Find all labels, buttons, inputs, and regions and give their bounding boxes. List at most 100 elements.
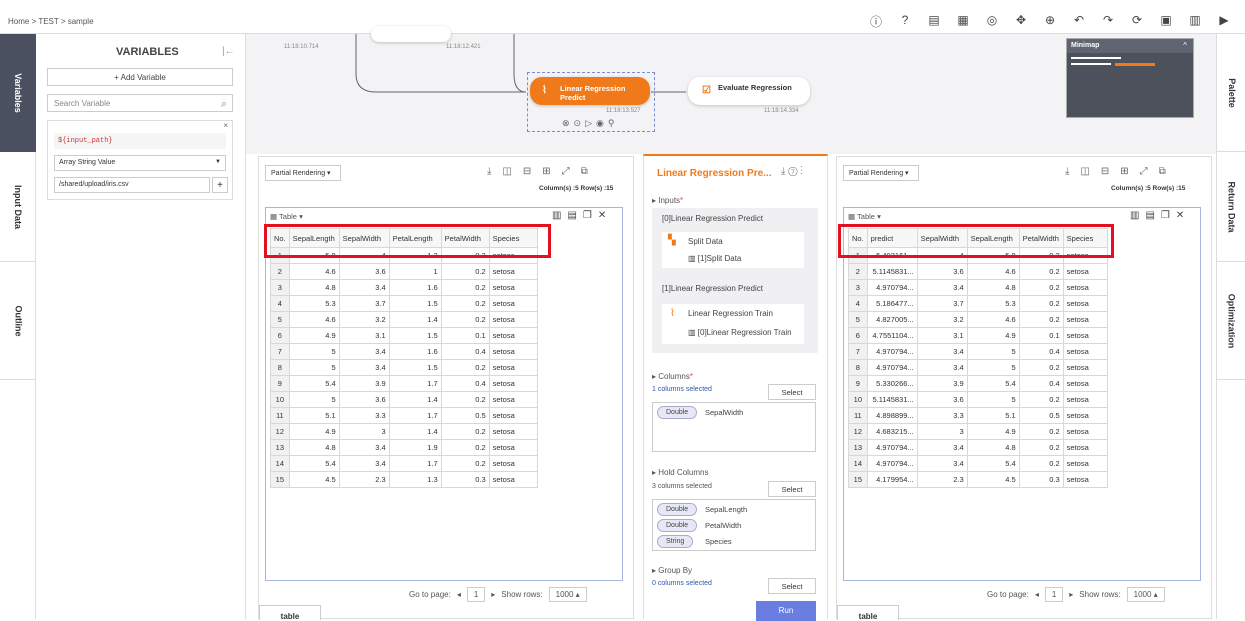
collapse-icon[interactable]: |←: [222, 46, 235, 57]
table-row[interactable]: 11 4.898899... 3.3 5.1 0.5 setosa: [848, 407, 1108, 424]
chart-bar-icon[interactable]: ▥: [1130, 210, 1139, 221]
chart-icon[interactable]: ▤: [1145, 210, 1154, 221]
page-input[interactable]: 1: [1044, 587, 1064, 602]
variable-type-select[interactable]: Array String Value ▼: [54, 155, 226, 171]
table-row[interactable]: 9 5.330266... 3.9 5.4 0.4 setosa: [848, 375, 1108, 392]
copy-icon[interactable]: ❐: [1161, 210, 1170, 221]
run-button[interactable]: Run: [756, 601, 816, 621]
group-by-section[interactable]: ▸ Group By: [652, 566, 692, 575]
rows-icon[interactable]: ⊟: [523, 166, 531, 177]
tab-palette[interactable]: Palette: [1217, 34, 1245, 152]
table-row[interactable]: 9 5.4 3.9 1.7 0.4 setosa: [270, 375, 538, 392]
group-select-button[interactable]: Select: [768, 578, 816, 594]
run-icon[interactable]: ▷: [585, 118, 592, 129]
tab-table[interactable]: table: [259, 605, 321, 621]
table-row[interactable]: 6 4.9 3.1 1.5 0.1 setosa: [270, 327, 538, 344]
breadcrumb[interactable]: Home > TEST > sample: [8, 17, 94, 26]
table-row[interactable]: 7 4.970794... 3.4 5 0.4 setosa: [848, 343, 1108, 360]
tab-input-data[interactable]: Input Data: [0, 152, 36, 262]
table-view-select[interactable]: ▦ Table ▾: [270, 212, 303, 221]
expand-icon[interactable]: ⤢: [562, 166, 570, 177]
tab-outline[interactable]: Outline: [0, 262, 36, 380]
table-row[interactable]: 14 5.4 3.4 1.7 0.2 setosa: [270, 455, 538, 472]
table-view-select[interactable]: ▦ Table ▾: [848, 212, 881, 221]
calendar-icon[interactable]: ▥: [1188, 13, 1202, 30]
table-row[interactable]: 14 4.970794... 3.4 5.4 0.2 setosa: [848, 455, 1108, 472]
table-row[interactable]: 15 4.5 2.3 1.3 0.3 setosa: [270, 471, 538, 488]
variable-name-field[interactable]: ${input_path}: [54, 133, 226, 149]
help-icon[interactable]: ?: [898, 13, 912, 30]
view-icon[interactable]: ⊙: [574, 118, 582, 129]
table-row[interactable]: 8 4.970794... 3.4 5 0.2 setosa: [848, 359, 1108, 376]
next-page-icon[interactable]: ▸: [1069, 590, 1073, 599]
show-rows-select[interactable]: 1000 ▴: [1126, 587, 1165, 602]
node-evaluate-regression[interactable]: ☑ Evaluate Regression: [688, 77, 810, 105]
hold-select-button[interactable]: Select: [768, 481, 816, 497]
table-row[interactable]: 15 4.179954... 2.3 4.5 0.3 setosa: [848, 471, 1108, 488]
play-icon[interactable]: ▶: [1217, 13, 1231, 30]
more-icon[interactable]: ⋮: [800, 166, 803, 177]
info-icon[interactable]: ⓘ: [869, 13, 883, 30]
table-row[interactable]: 5 4.827005... 3.2 4.6 0.2 setosa: [848, 311, 1108, 328]
close-icon[interactable]: ✕: [598, 210, 606, 221]
table-row[interactable]: 11 5.1 3.3 1.7 0.5 setosa: [270, 407, 538, 424]
copy-icon[interactable]: ❐: [583, 210, 592, 221]
zoom-icon[interactable]: ⊕: [1043, 13, 1057, 30]
columns-section[interactable]: ▸ Columns*: [652, 372, 693, 381]
stop-icon[interactable]: ◉: [596, 118, 604, 129]
download-icon[interactable]: ⤓: [781, 166, 785, 177]
download-icon[interactable]: ⤓: [487, 166, 491, 177]
workflow-canvas[interactable]: 11:18:10.714 11:18:12.421 ⌇ Linear Regres…: [246, 26, 1216, 154]
table-row[interactable]: 6 4.7551104... 3.1 4.9 0.1 setosa: [848, 327, 1108, 344]
redo-icon[interactable]: ↷: [1101, 13, 1115, 30]
layout-icon[interactable]: ▦: [956, 13, 970, 30]
minimap[interactable]: Minimap ^: [1066, 38, 1194, 118]
history-icon[interactable]: ⟳: [1130, 13, 1144, 30]
columns-icon[interactable]: ◫: [502, 166, 511, 177]
add-value-button[interactable]: +: [212, 177, 228, 193]
search-icon[interactable]: ⌕: [221, 96, 227, 113]
close-icon[interactable]: ✕: [1176, 210, 1184, 221]
prev-page-icon[interactable]: ◂: [457, 590, 461, 599]
table-row[interactable]: 8 5 3.4 1.5 0.2 setosa: [270, 359, 538, 376]
grid-icon[interactable]: ⊞: [542, 166, 550, 177]
tab-optimization[interactable]: Optimization: [1217, 262, 1245, 380]
clipboard-icon[interactable]: ▤: [927, 13, 941, 30]
variable-value-field[interactable]: /shared/upload/iris.csv: [54, 177, 210, 193]
download-icon[interactable]: ⤓: [1065, 166, 1069, 177]
table-row[interactable]: 13 4.8 3.4 1.9 0.2 setosa: [270, 439, 538, 456]
grid-icon[interactable]: ⊞: [1120, 166, 1128, 177]
tab-variables[interactable]: Variables: [0, 34, 36, 152]
prev-node[interactable]: [371, 26, 451, 42]
link-icon[interactable]: ⚲: [608, 118, 615, 129]
columns-select-button[interactable]: Select: [768, 384, 816, 400]
table-row[interactable]: 12 4.9 3 1.4 0.2 setosa: [270, 423, 538, 440]
cancel-icon[interactable]: ⊗: [562, 118, 570, 129]
search-variable-input[interactable]: Search Variable ⌕: [47, 94, 233, 112]
chevron-up-icon[interactable]: ^: [1183, 41, 1187, 50]
input-0-node[interactable]: ▚ Split Data ▥ [1]Split Data: [662, 232, 804, 268]
table-row[interactable]: 4 5.3 3.7 1.5 0.2 setosa: [270, 295, 538, 312]
popout-icon[interactable]: ⧉: [581, 166, 588, 177]
node-linear-regression-predict[interactable]: ⌇ Linear Regression Predict: [530, 77, 650, 105]
help-icon[interactable]: ⑦: [788, 166, 797, 177]
hold-columns-section[interactable]: ▸ Hold Columns: [652, 468, 709, 477]
table-row[interactable]: 2 4.6 3.6 1 0.2 setosa: [270, 263, 538, 280]
tab-return-data[interactable]: Return Data: [1217, 152, 1245, 262]
table-row[interactable]: 10 5 3.6 1.4 0.2 setosa: [270, 391, 538, 408]
table-row[interactable]: 10 5.1145831... 3.6 5 0.2 setosa: [848, 391, 1108, 408]
input-1-node[interactable]: ⌇ Linear Regression Train ▥ [0]Linear Re…: [662, 304, 804, 344]
undo-icon[interactable]: ↶: [1072, 13, 1086, 30]
popout-icon[interactable]: ⧉: [1159, 166, 1166, 177]
table-row[interactable]: 5 4.6 3.2 1.4 0.2 setosa: [270, 311, 538, 328]
table-row[interactable]: 3 4.970794... 3.4 4.8 0.2 setosa: [848, 279, 1108, 296]
rendering-select[interactable]: Partial Rendering ▾: [843, 165, 919, 181]
info-circle-icon[interactable]: ◎: [985, 13, 999, 30]
inputs-section[interactable]: ▸ Inputs*: [652, 196, 683, 205]
prev-page-icon[interactable]: ◂: [1035, 590, 1039, 599]
rows-icon[interactable]: ⊟: [1101, 166, 1109, 177]
save-icon[interactable]: ▣: [1159, 13, 1173, 30]
table-row[interactable]: 3 4.8 3.4 1.6 0.2 setosa: [270, 279, 538, 296]
add-variable-button[interactable]: + Add Variable: [47, 68, 233, 86]
show-rows-select[interactable]: 1000 ▴: [548, 587, 587, 602]
